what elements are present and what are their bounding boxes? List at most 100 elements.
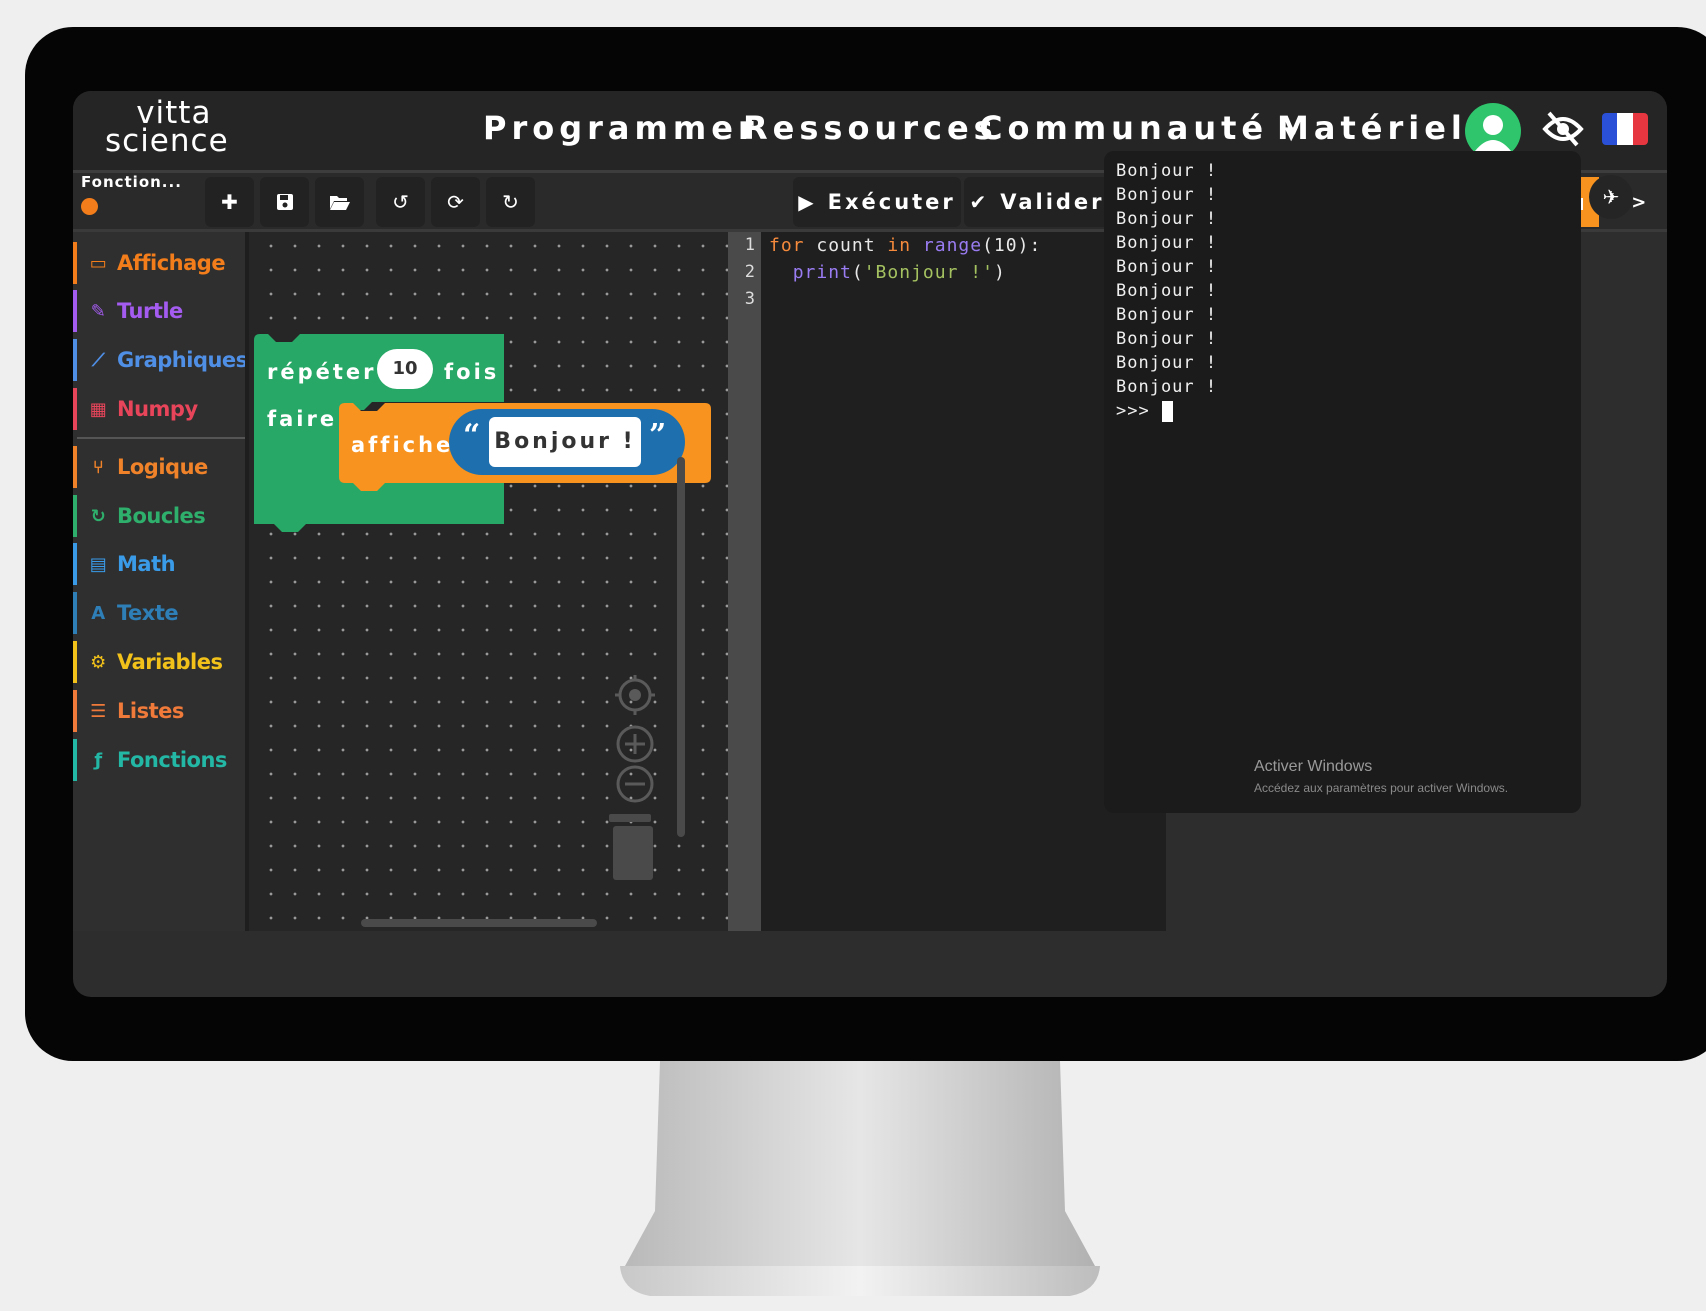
category-color-bar: [73, 388, 77, 430]
clear-console-button[interactable]: ✈: [1589, 175, 1633, 219]
code-close-paren: ): [993, 262, 1006, 283]
line-number-gutter: 1 2 3: [728, 232, 761, 931]
zoom-out-icon[interactable]: [615, 764, 655, 804]
zoom-in-icon[interactable]: [615, 724, 655, 764]
category-color-bar: [73, 446, 77, 488]
accessibility-eye-icon[interactable]: [1541, 109, 1585, 149]
run-button[interactable]: ▶ Exécuter: [793, 177, 961, 227]
sidebar-item-listes[interactable]: ☰ Listes: [73, 690, 245, 732]
console-output[interactable]: Bonjour ! Bonjour ! Bonjour ! Bonjour ! Bonj…: [1104, 151, 1581, 813]
sidebar-item-fonctions[interactable]: ƒ Fonctions: [73, 739, 245, 781]
check-icon: ✔: [969, 190, 987, 214]
sidebar-item-texte[interactable]: A Texte: [73, 592, 245, 634]
undo-icon: ↺: [392, 190, 409, 214]
trash-icon[interactable]: [605, 812, 655, 884]
redo-icon: ↻: [502, 190, 519, 214]
category-color-bar: [73, 592, 77, 634]
folder-open-icon: [329, 196, 350, 210]
vittascience-logo[interactable]: vitta science: [105, 98, 229, 157]
times-label: fois: [444, 360, 500, 384]
function-range: range: [922, 235, 983, 256]
sidebar-item-math[interactable]: ▤ Math: [73, 543, 245, 585]
code-variable: count: [804, 235, 888, 256]
open-quote: “: [463, 418, 481, 453]
console-line: Bonjour !: [1116, 233, 1218, 253]
sidebar-item-boucles[interactable]: ↻ Boucles: [73, 495, 245, 537]
new-project-button[interactable]: ✚: [205, 177, 254, 227]
nav-ressources[interactable]: Ressources: [743, 109, 998, 147]
open-button[interactable]: [315, 177, 364, 227]
validate-label: Valider: [1000, 190, 1105, 214]
validate-button[interactable]: ✔ Valider: [964, 177, 1110, 227]
vertical-scrollbar[interactable]: [677, 457, 685, 837]
nav-programmer[interactable]: Programmer: [483, 109, 759, 147]
run-label: Exécuter: [827, 190, 956, 214]
sidebar-item-turtle[interactable]: ✎ Turtle: [73, 290, 245, 332]
category-color-bar: [73, 495, 77, 537]
sidebar-item-logique[interactable]: ⑂ Logique: [73, 446, 245, 488]
sidebar-item-label: Variables: [117, 650, 223, 674]
refresh-button[interactable]: ⟳: [431, 177, 480, 227]
sidebar-item-label: Numpy: [117, 397, 198, 421]
floppy-disk-icon: [276, 194, 293, 210]
nav-communaute[interactable]: Communauté ▼: [979, 109, 1298, 147]
line-number: 2: [744, 262, 755, 282]
blocks-workspace[interactable]: répéter 10 fois faire afficher “ Bonjour…: [245, 232, 732, 931]
list-icon: ☰: [90, 700, 106, 722]
monitor-icon: ▭: [89, 252, 107, 274]
gear-icon: ⚙: [90, 651, 106, 673]
close-quote: ”: [649, 418, 667, 453]
keyword-in: in: [887, 235, 912, 256]
play-icon: ▶: [798, 190, 814, 214]
category-color-bar: [73, 690, 77, 732]
horizontal-scrollbar[interactable]: [361, 919, 597, 927]
sidebar-item-label: Texte: [117, 601, 179, 625]
chart-icon: ⟋: [91, 349, 105, 371]
category-color-bar: [73, 641, 77, 683]
broom-icon: ✈: [1602, 185, 1620, 209]
nav-materiel[interactable]: Matériel: [1277, 109, 1467, 147]
category-color-bar: [73, 339, 77, 381]
console-line: Bonjour !: [1116, 209, 1218, 229]
language-flag-fr[interactable]: [1602, 113, 1648, 145]
sidebar-item-label: Turtle: [117, 299, 183, 323]
monitor-stand: [620, 1061, 1100, 1296]
category-color-bar: [73, 290, 77, 332]
console-prompt[interactable]: >>>: [1116, 399, 1173, 423]
code-string: 'Bonjour !': [863, 262, 994, 283]
branch-icon: ⑂: [92, 456, 104, 478]
sidebar-item-label: Graphiques: [117, 348, 248, 372]
console-line: Bonjour !: [1116, 281, 1218, 301]
plus-icon: ✚: [221, 190, 238, 214]
undo-button[interactable]: ↺: [376, 177, 425, 227]
block-categories-sidebar: ▭ Affichage ✎ Turtle ⟋ Graphiques ▦ Numpy ⑂ Logiq…: [73, 232, 248, 931]
code-range-args: (10):: [982, 235, 1042, 256]
string-value-field[interactable]: Bonjour !: [489, 417, 641, 467]
recenter-icon[interactable]: [615, 675, 655, 715]
sidebar-item-affichage[interactable]: ▭ Affichage: [73, 242, 245, 284]
repeat-count-field[interactable]: 10: [377, 349, 433, 389]
console-line: Bonjour !: [1116, 161, 1218, 181]
sidebar-item-variables[interactable]: ⚙ Variables: [73, 641, 245, 683]
loop-icon: ↻: [90, 505, 106, 527]
sidebar-item-graphiques[interactable]: ⟋ Graphiques: [73, 339, 248, 381]
unsaved-indicator: [81, 198, 98, 215]
sidebar-item-numpy[interactable]: ▦ Numpy: [73, 388, 245, 430]
category-color-bar: [73, 543, 77, 585]
console-line: Bonjour !: [1116, 377, 1218, 397]
save-button[interactable]: [260, 177, 309, 227]
project-name[interactable]: Fonction...: [81, 173, 182, 191]
sidebar-item-label: Fonctions: [117, 748, 227, 772]
windows-activation-subtitle: Accédez aux paramètres pour activer Wind…: [1254, 781, 1509, 795]
calculator-icon: ▤: [89, 553, 107, 575]
line-number: 1: [744, 235, 755, 255]
sidebar-item-label: Math: [117, 552, 176, 576]
function-icon: ƒ: [94, 749, 102, 771]
text-icon: A: [91, 602, 105, 624]
console-line: Bonjour !: [1116, 353, 1218, 373]
sidebar-item-label: Listes: [117, 699, 184, 723]
category-color-bar: [73, 739, 77, 781]
redo-button[interactable]: ↻: [486, 177, 535, 227]
keyword-for: for: [769, 235, 805, 256]
